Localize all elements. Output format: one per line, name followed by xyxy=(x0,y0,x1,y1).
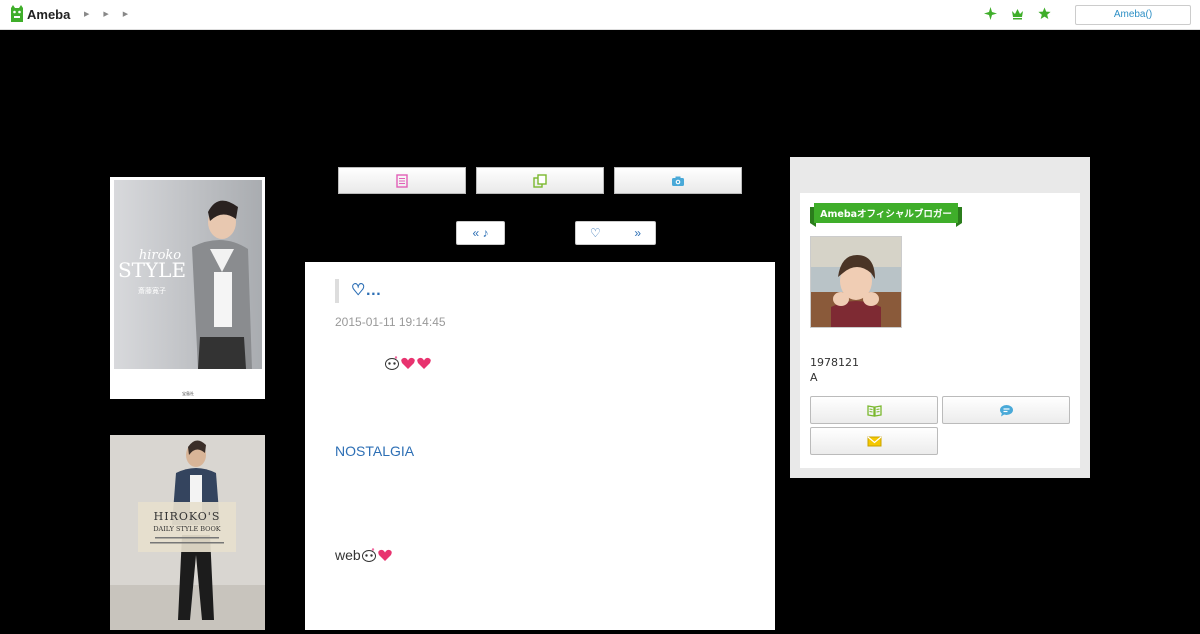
article-link[interactable]: NOSTALGIA xyxy=(335,443,414,459)
mail-button[interactable] xyxy=(810,427,938,455)
sparkle-icon[interactable] xyxy=(984,7,997,20)
book-cover-daily-style[interactable]: HIROKO'S DAILY STYLE BOOK xyxy=(110,435,265,630)
emoji-row xyxy=(384,355,432,371)
article: ♡… 2015-01-11 19:14:45 NOSTALGIA web xyxy=(305,262,775,630)
logo-text: Ameba xyxy=(27,6,71,22)
next-entry-label: ♡ xyxy=(590,226,601,240)
book-publisher: 宝島社 xyxy=(182,390,194,396)
profile-birthday: 1978121 xyxy=(810,356,859,369)
tab-image-list[interactable] xyxy=(614,167,742,194)
book-title-main: HIROKO'S xyxy=(154,510,221,523)
profile-blood-type: A xyxy=(810,371,818,384)
article-body-text: web xyxy=(335,547,361,563)
heart-icon xyxy=(417,357,431,369)
message-button[interactable] xyxy=(942,396,1070,424)
breadcrumb-arrow-icon[interactable]: ▶ xyxy=(84,10,89,18)
login-button[interactable]: Ameba() xyxy=(1075,5,1191,25)
heart-icon xyxy=(377,549,392,561)
tab-theme-list[interactable] xyxy=(476,167,604,194)
profile-sidebar: Amebaオフィシャルブロガー 1978121 A xyxy=(790,157,1090,478)
prev-entry-button[interactable]: « ♪ xyxy=(456,221,505,245)
chat-icon xyxy=(999,404,1013,416)
read-blog-button[interactable] xyxy=(810,396,938,424)
crown-icon[interactable] xyxy=(1011,7,1024,20)
ameba-mascot-icon xyxy=(11,5,23,22)
badge-text: Amebaオフィシャルブロガー xyxy=(820,208,952,220)
top-bar: Ameba ▶ ▶ ▶ Ameba() xyxy=(0,0,1200,30)
official-blogger-badge: Amebaオフィシャルブロガー xyxy=(810,203,962,227)
book-icon xyxy=(866,404,882,417)
face-emoji-icon xyxy=(385,356,399,370)
next-arrow-icon: » xyxy=(634,226,641,240)
breadcrumb-arrow-icon[interactable]: ▶ xyxy=(123,10,128,18)
mail-icon xyxy=(867,436,881,446)
book-author: 斎藤寛子 xyxy=(138,286,166,295)
heart-icon xyxy=(401,357,415,369)
article-title[interactable]: ♡… xyxy=(335,279,381,303)
avatar-photo xyxy=(811,237,901,327)
ameba-logo[interactable]: Ameba xyxy=(10,5,70,23)
article-body-line: web xyxy=(335,547,393,563)
star-icon[interactable] xyxy=(1038,7,1051,20)
book-cover-hiroko-style[interactable]: hiroko STYLE 斎藤寛子 宝島社 xyxy=(110,177,265,399)
book-subtitle: DAILY STYLE BOOK xyxy=(153,525,220,533)
tab-entry-list[interactable] xyxy=(338,167,466,194)
article-date: 2015-01-11 19:14:45 xyxy=(335,315,446,329)
breadcrumb: ▶ ▶ ▶ xyxy=(84,10,128,18)
avatar[interactable] xyxy=(810,236,902,328)
book-cover-image: hiroko STYLE 斎藤寛子 宝島社 xyxy=(114,180,262,396)
book-title-main: STYLE xyxy=(118,258,186,282)
breadcrumb-arrow-icon[interactable]: ▶ xyxy=(103,10,108,18)
book-cover-image: HIROKO'S DAILY STYLE BOOK xyxy=(110,435,265,630)
next-entry-button[interactable]: ♡ » xyxy=(575,221,656,245)
copy-icon xyxy=(533,173,547,188)
face-emoji-icon xyxy=(361,548,376,562)
camera-icon xyxy=(672,176,684,186)
profile-box: Amebaオフィシャルブロガー 1978121 A xyxy=(800,193,1080,468)
top-icons xyxy=(984,7,1051,20)
document-icon xyxy=(396,173,408,188)
blog-tabs xyxy=(338,167,742,194)
